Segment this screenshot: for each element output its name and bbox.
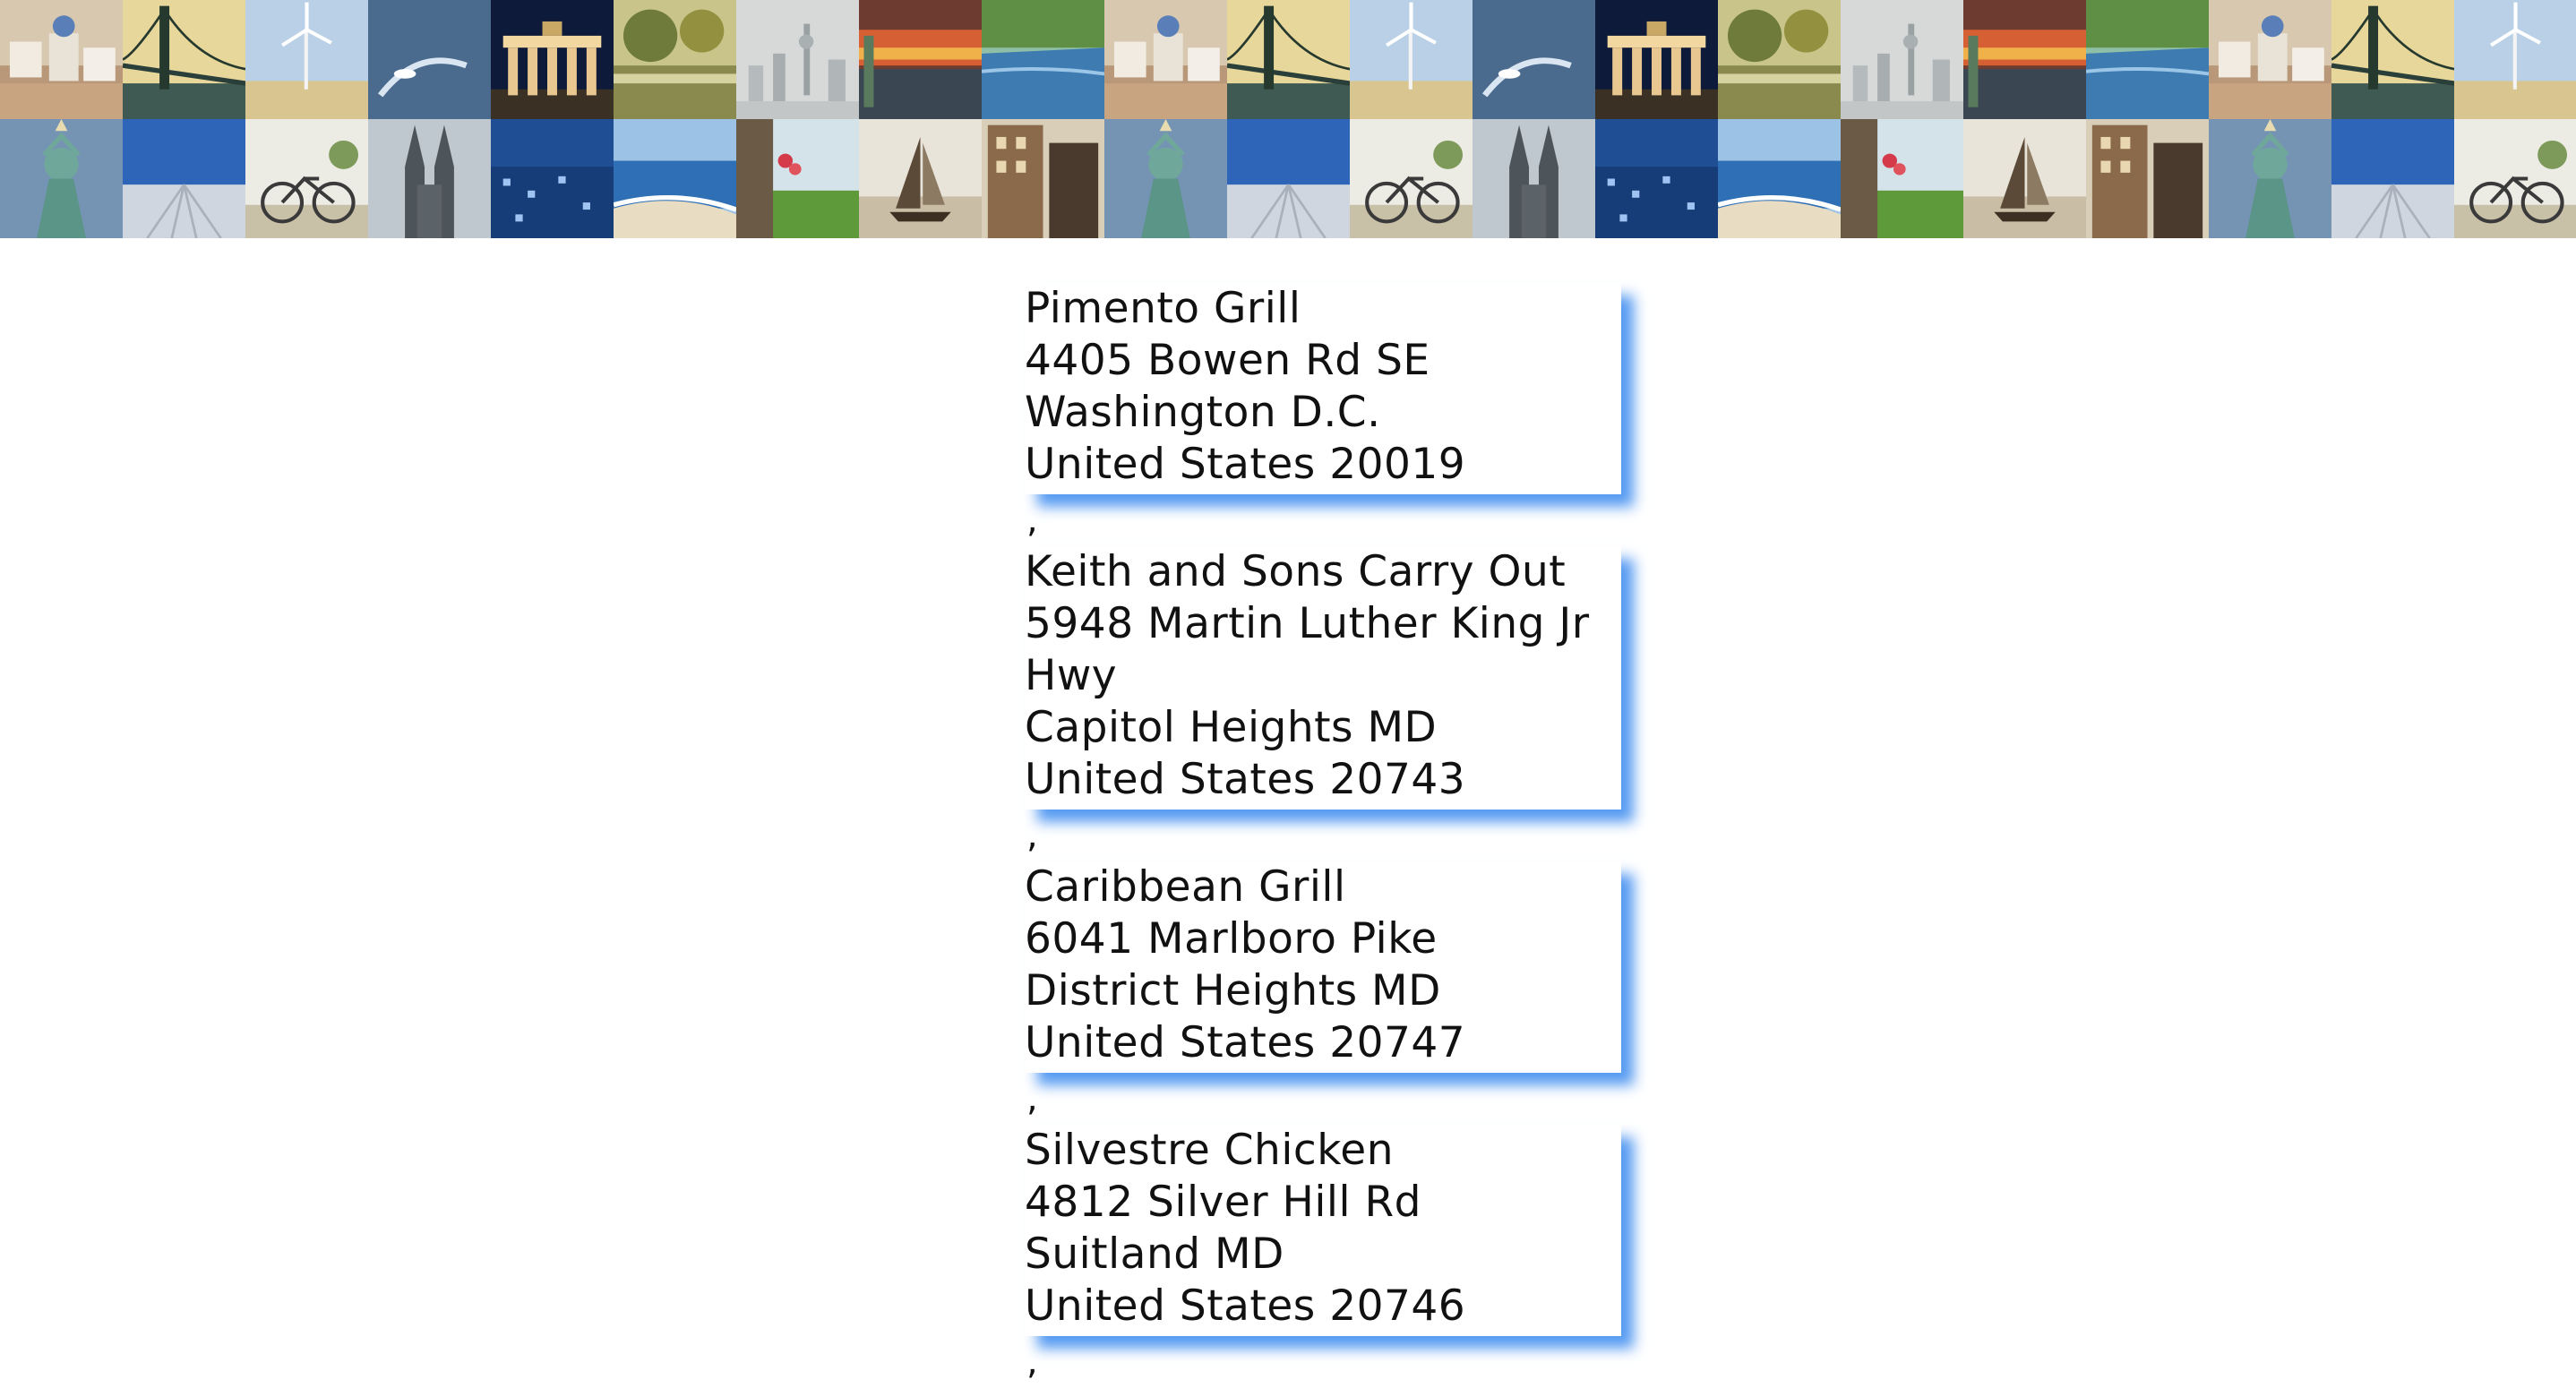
- street-address-cont: Hwy: [1025, 651, 1118, 700]
- statue-photo: [0, 119, 123, 238]
- sailboat-photo: [1963, 119, 2086, 238]
- pier-photo: [2331, 119, 2454, 238]
- night-city-photo: [1595, 119, 1718, 238]
- lake-photo: [614, 0, 736, 119]
- country-zip: United States 20019: [1025, 440, 1466, 489]
- river-photo: [2086, 0, 2209, 119]
- city-state: Washington D.C.: [1025, 388, 1381, 437]
- cathedral-photo: [368, 119, 491, 238]
- restaurant-name: Caribbean Grill: [1025, 862, 1346, 912]
- building-photo: [982, 119, 1104, 238]
- list-separator: ,: [1026, 1078, 1038, 1119]
- statue-photo: [2209, 119, 2331, 238]
- street-address: 6041 Marlboro Pike: [1025, 914, 1438, 964]
- beach-photo: [614, 119, 736, 238]
- bicycle-photo: [2454, 119, 2576, 238]
- bridge-photo: [1227, 0, 1350, 119]
- lake-photo: [1718, 0, 1841, 119]
- village-photo: [2209, 0, 2331, 119]
- photo-collage-banner: [0, 0, 2576, 238]
- village-photo: [0, 0, 123, 119]
- city-skyline-photo: [1841, 0, 1963, 119]
- city-state: Suitland MD: [1025, 1229, 1284, 1279]
- statue-photo: [1104, 119, 1227, 238]
- country-zip: United States 20747: [1025, 1018, 1466, 1067]
- river-photo: [982, 0, 1104, 119]
- bridge-photo: [123, 0, 245, 119]
- village-photo: [1104, 0, 1227, 119]
- restaurant-card[interactable]: Silvestre Chicken 4812 Silver Hill Rd Su…: [1025, 1125, 1621, 1336]
- beach-photo: [1718, 119, 1841, 238]
- list-separator: ,: [1026, 1341, 1038, 1383]
- train-photo: [1963, 0, 2086, 119]
- windmill-photo: [245, 0, 368, 119]
- street-address: 5948 Martin Luther King Jr: [1025, 599, 1590, 648]
- windmill-photo: [2454, 0, 2576, 119]
- street-address: 4812 Silver Hill Rd: [1025, 1178, 1421, 1227]
- restaurant-card[interactable]: Keith and Sons Carry Out 5948 Martin Lut…: [1025, 546, 1621, 810]
- windmill-photo: [1350, 0, 1473, 119]
- restaurant-name: Keith and Sons Carry Out: [1025, 547, 1567, 596]
- list-separator: ,: [1026, 815, 1038, 856]
- restaurant-card[interactable]: Pimento Grill 4405 Bowen Rd SE Washingto…: [1025, 283, 1621, 494]
- city-skyline-photo: [736, 0, 859, 119]
- pier-photo: [123, 119, 245, 238]
- boat-photo: [368, 0, 491, 119]
- country-zip: United States 20746: [1025, 1281, 1466, 1331]
- city-state: District Heights MD: [1025, 966, 1441, 1015]
- street-address: 4405 Bowen Rd SE: [1025, 336, 1430, 385]
- sailboat-photo: [859, 119, 982, 238]
- list-separator: ,: [1026, 500, 1038, 541]
- gate-photo: [1595, 0, 1718, 119]
- bicycle-photo: [245, 119, 368, 238]
- city-state: Capitol Heights MD: [1025, 703, 1438, 752]
- restaurant-name: Silvestre Chicken: [1025, 1126, 1394, 1175]
- bridge-photo: [2331, 0, 2454, 119]
- pier-photo: [1227, 119, 1350, 238]
- boat-photo: [1473, 0, 1595, 119]
- restaurant-card[interactable]: Caribbean Grill 6041 Marlboro Pike Distr…: [1025, 861, 1621, 1073]
- country-zip: United States 20743: [1025, 755, 1466, 804]
- restaurant-name: Pimento Grill: [1025, 284, 1301, 333]
- night-city-photo: [491, 119, 614, 238]
- flower-photo: [736, 119, 859, 238]
- restaurant-list: Pimento Grill 4405 Bowen Rd SE Washingto…: [1025, 283, 1652, 1388]
- cathedral-photo: [1473, 119, 1595, 238]
- train-photo: [859, 0, 982, 119]
- bicycle-photo: [1350, 119, 1473, 238]
- building-photo: [2086, 119, 2209, 238]
- gate-photo: [491, 0, 614, 119]
- flower-photo: [1841, 119, 1963, 238]
